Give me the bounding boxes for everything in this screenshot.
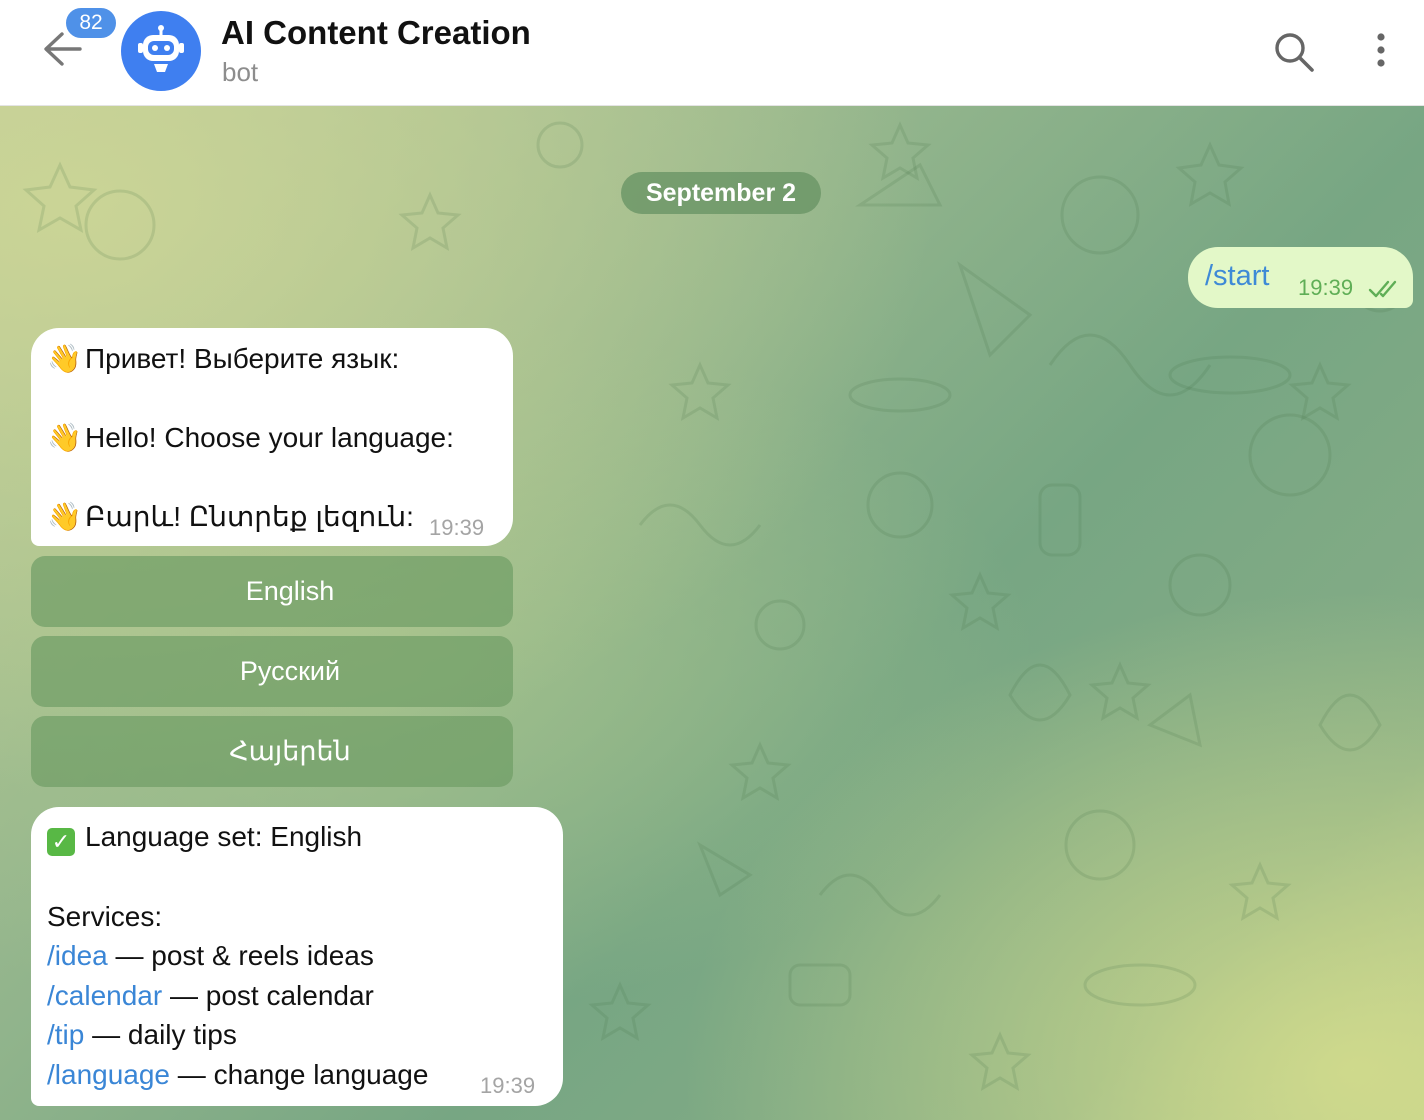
language-set-line: ✓ Language set: English <box>47 821 362 856</box>
service-description: — post & reels ideas <box>107 940 374 971</box>
language-button-label: English <box>245 576 335 606</box>
waving-hand-icon: 👋 <box>47 343 82 374</box>
greeting-line-russian: 👋 Привет! Выберите язык: <box>47 342 399 375</box>
command-link-language[interactable]: /language <box>47 1059 170 1090</box>
service-item: /language — change language <box>47 1059 428 1091</box>
language-button-armenian[interactable]: Հայերեն <box>31 716 513 787</box>
message-text[interactable]: /start <box>1205 260 1269 293</box>
bot-avatar[interactable] <box>121 11 201 91</box>
language-button-label: Հայերեն <box>229 736 351 766</box>
incoming-message-services[interactable]: ✓ Language set: English Services: /idea —… <box>31 807 563 1106</box>
service-description: — post calendar <box>162 980 374 1011</box>
telegram-chat-window: 82 AI Content Creation bot September 2 /… <box>0 0 1424 1120</box>
search-icon <box>1275 33 1314 72</box>
greeting-line-armenian: 👋 Բարև! Ընտրեք լեզուն: <box>47 500 414 533</box>
ru-flag-icon <box>204 663 230 681</box>
check-mark-icon: ✓ <box>47 828 75 856</box>
command-link-tip[interactable]: /tip <box>47 1019 84 1050</box>
more-options-button[interactable] <box>1360 28 1404 76</box>
double-check-icon <box>1368 280 1397 298</box>
message-time: 19:39 <box>429 515 485 540</box>
service-item: /idea — post & reels ideas <box>47 940 374 972</box>
command-link-calendar[interactable]: /calendar <box>47 980 162 1011</box>
language-button-english[interactable]: English <box>31 556 513 627</box>
search-button[interactable] <box>1270 28 1318 76</box>
service-item: /tip — daily tips <box>47 1019 237 1051</box>
language-button-label: Русский <box>239 656 341 686</box>
date-separator: September 2 <box>621 172 821 214</box>
chat-header: 82 AI Content Creation bot <box>0 0 1424 106</box>
service-item: /calendar — post calendar <box>47 980 374 1012</box>
chat-subtitle: bot <box>222 57 259 87</box>
chat-title: AI Content Creation <box>221 14 531 51</box>
greeting-text-english: Hello! Choose your language: <box>85 422 454 453</box>
incoming-message-greeting[interactable]: 👋 Привет! Выберите язык: 👋 Hello! Choose y… <box>31 328 513 546</box>
command-link-idea[interactable]: /idea <box>47 940 108 971</box>
message-time: 19:39 <box>1298 275 1354 300</box>
robot-icon <box>138 25 184 72</box>
service-description: — change language <box>170 1059 429 1090</box>
am-flag-icon <box>193 743 219 761</box>
greeting-text-armenian: Բարև! Ընտրեք լեզուն: <box>85 501 414 532</box>
language-button-russian[interactable]: Русский <box>31 636 513 707</box>
greeting-text-russian: Привет! Выберите язык: <box>85 343 400 374</box>
more-vertical-icon <box>1377 33 1385 67</box>
unread-count-badge: 82 <box>63 5 119 41</box>
greeting-line-english: 👋 Hello! Choose your language: <box>47 421 454 454</box>
language-set-text: Language set: English <box>85 821 363 852</box>
services-heading: Services: <box>47 901 163 932</box>
us-flag-icon <box>210 583 236 601</box>
message-time: 19:39 <box>480 1073 536 1098</box>
outgoing-message[interactable]: /start 19:39 <box>1188 247 1413 308</box>
waving-hand-icon: 👋 <box>47 501 82 532</box>
service-description: — daily tips <box>84 1019 237 1050</box>
waving-hand-icon: 👋 <box>47 422 82 453</box>
